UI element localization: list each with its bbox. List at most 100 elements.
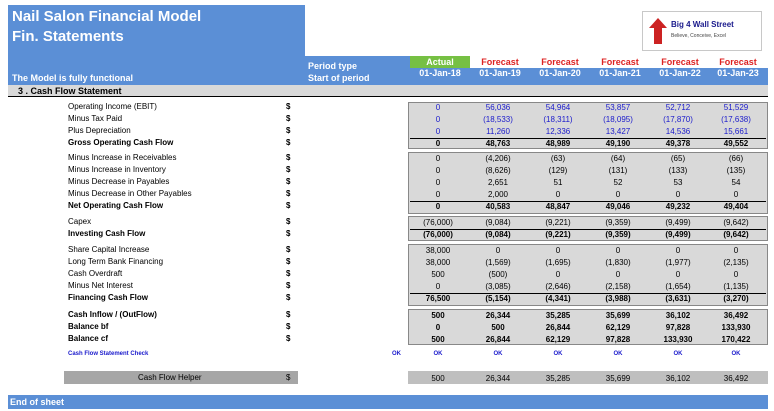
value-cell[interactable]: 0 <box>588 189 648 201</box>
value-cell[interactable]: (135) <box>706 165 766 177</box>
value-cell[interactable]: (18,533) <box>468 114 528 126</box>
value-cell[interactable]: (4,206) <box>468 153 528 165</box>
value-cell[interactable]: 49,378 <box>648 138 708 150</box>
value-cell[interactable]: 62,129 <box>528 334 588 346</box>
value-cell[interactable]: 48,763 <box>468 138 528 150</box>
value-cell[interactable]: (1,135) <box>706 281 766 293</box>
value-cell[interactable]: 0 <box>408 165 468 177</box>
value-cell[interactable]: 0 <box>408 322 468 334</box>
value-cell[interactable]: (66) <box>706 153 766 165</box>
value-cell[interactable]: 51 <box>528 177 588 189</box>
value-cell[interactable]: 36,492 <box>706 310 766 322</box>
value-cell[interactable]: 0 <box>648 269 708 281</box>
value-cell[interactable]: (9,221) <box>528 229 588 241</box>
value-cell[interactable]: 0 <box>528 245 588 257</box>
value-cell[interactable]: 51,529 <box>706 102 766 114</box>
value-cell[interactable]: (131) <box>588 165 648 177</box>
value-cell[interactable]: 0 <box>706 189 766 201</box>
value-cell[interactable]: 0 <box>408 189 468 201</box>
value-cell[interactable]: (129) <box>528 165 588 177</box>
value-cell[interactable]: 0 <box>706 269 766 281</box>
value-cell[interactable]: (1,695) <box>528 257 588 269</box>
value-cell[interactable]: 49,232 <box>648 201 708 213</box>
value-cell[interactable]: 15,661 <box>706 126 766 138</box>
value-cell[interactable]: (2,646) <box>528 281 588 293</box>
value-cell[interactable]: (9,642) <box>706 229 766 241</box>
value-cell[interactable]: (1,830) <box>588 257 648 269</box>
value-cell[interactable]: 40,583 <box>468 201 528 213</box>
value-cell[interactable]: 49,046 <box>588 201 648 213</box>
value-cell[interactable]: 11,260 <box>468 126 528 138</box>
value-cell[interactable]: 52 <box>588 177 648 189</box>
value-cell[interactable]: (3,988) <box>588 293 648 305</box>
value-cell[interactable]: 0 <box>408 153 468 165</box>
value-cell[interactable]: (9,499) <box>648 217 708 229</box>
value-cell[interactable]: (18,311) <box>528 114 588 126</box>
value-cell[interactable]: (9,359) <box>588 217 648 229</box>
value-cell[interactable]: (1,569) <box>468 257 528 269</box>
value-cell[interactable]: (9,084) <box>468 217 528 229</box>
value-cell[interactable]: 54,964 <box>528 102 588 114</box>
value-cell[interactable]: 133,930 <box>706 322 766 334</box>
value-cell[interactable]: (18,095) <box>588 114 648 126</box>
value-cell[interactable]: 35,699 <box>588 310 648 322</box>
value-cell[interactable]: (9,499) <box>648 229 708 241</box>
value-cell[interactable]: (3,085) <box>468 281 528 293</box>
value-cell[interactable]: 56,036 <box>468 102 528 114</box>
value-cell[interactable]: 76,500 <box>408 293 468 305</box>
value-cell[interactable]: 0 <box>408 201 468 213</box>
value-cell[interactable]: 48,847 <box>528 201 588 213</box>
value-cell[interactable]: 170,422 <box>706 334 766 346</box>
value-cell[interactable]: 500 <box>468 322 528 334</box>
value-cell[interactable]: 0 <box>408 281 468 293</box>
value-cell[interactable]: 2,000 <box>468 189 528 201</box>
value-cell[interactable]: (76,000) <box>408 217 468 229</box>
value-cell[interactable]: 0 <box>408 126 468 138</box>
value-cell[interactable]: 0 <box>706 245 766 257</box>
value-cell[interactable]: (65) <box>648 153 708 165</box>
value-cell[interactable]: 0 <box>528 189 588 201</box>
value-cell[interactable]: (9,642) <box>706 217 766 229</box>
value-cell[interactable]: (63) <box>528 153 588 165</box>
value-cell[interactable]: 54 <box>706 177 766 189</box>
value-cell[interactable]: 38,000 <box>408 245 468 257</box>
value-cell[interactable]: (2,158) <box>588 281 648 293</box>
value-cell[interactable]: 0 <box>528 269 588 281</box>
value-cell[interactable]: 0 <box>408 177 468 189</box>
value-cell[interactable]: (9,084) <box>468 229 528 241</box>
value-cell[interactable]: 0 <box>408 102 468 114</box>
value-cell[interactable]: 35,285 <box>528 310 588 322</box>
value-cell[interactable]: (2,135) <box>706 257 766 269</box>
value-cell[interactable]: 14,536 <box>648 126 708 138</box>
value-cell[interactable]: 49,552 <box>706 138 766 150</box>
value-cell[interactable]: 0 <box>468 245 528 257</box>
value-cell[interactable]: 26,844 <box>528 322 588 334</box>
value-cell[interactable]: 0 <box>588 245 648 257</box>
value-cell[interactable]: (4,341) <box>528 293 588 305</box>
value-cell[interactable]: 133,930 <box>648 334 708 346</box>
value-cell[interactable]: 26,844 <box>468 334 528 346</box>
value-cell[interactable]: 0 <box>588 269 648 281</box>
value-cell[interactable]: (1,654) <box>648 281 708 293</box>
value-cell[interactable]: 49,404 <box>706 201 766 213</box>
value-cell[interactable]: 62,129 <box>588 322 648 334</box>
value-cell[interactable]: (133) <box>648 165 708 177</box>
value-cell[interactable]: 48,989 <box>528 138 588 150</box>
value-cell[interactable]: 0 <box>648 189 708 201</box>
value-cell[interactable]: 12,336 <box>528 126 588 138</box>
value-cell[interactable]: (64) <box>588 153 648 165</box>
value-cell[interactable]: 500 <box>408 269 468 281</box>
value-cell[interactable]: 0 <box>408 138 468 150</box>
value-cell[interactable]: 0 <box>648 245 708 257</box>
value-cell[interactable]: (3,270) <box>706 293 766 305</box>
value-cell[interactable]: 97,828 <box>648 322 708 334</box>
value-cell[interactable]: (3,631) <box>648 293 708 305</box>
value-cell[interactable]: (76,000) <box>408 229 468 241</box>
value-cell[interactable]: 53,857 <box>588 102 648 114</box>
value-cell[interactable]: 26,344 <box>468 310 528 322</box>
value-cell[interactable]: (8,626) <box>468 165 528 177</box>
value-cell[interactable]: (500) <box>468 269 528 281</box>
value-cell[interactable]: (9,359) <box>588 229 648 241</box>
value-cell[interactable]: 500 <box>408 334 468 346</box>
value-cell[interactable]: 49,190 <box>588 138 648 150</box>
